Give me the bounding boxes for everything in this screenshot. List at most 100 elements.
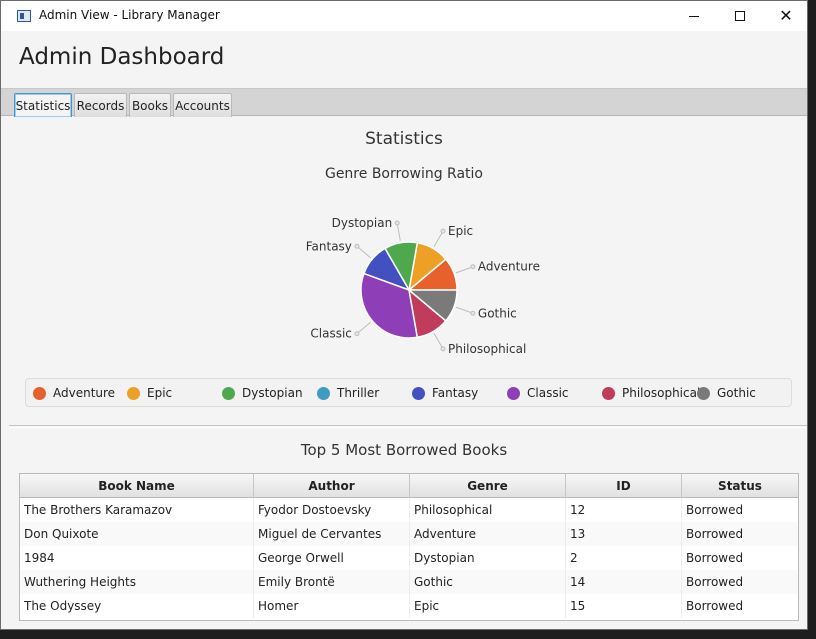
column-header-book-name[interactable]: Book Name bbox=[20, 474, 254, 498]
legend-swatch bbox=[697, 386, 710, 400]
legend-label: Dystopian bbox=[242, 386, 303, 400]
legend-swatch bbox=[127, 386, 140, 400]
slice-leader-line bbox=[356, 321, 372, 335]
cell-book-name: Wuthering Heights bbox=[20, 570, 254, 594]
column-header-author[interactable]: Author bbox=[254, 474, 410, 498]
legend-swatch bbox=[602, 386, 615, 400]
slice-leader-dot bbox=[440, 228, 446, 234]
minimize-button[interactable] bbox=[671, 1, 717, 31]
slice-leader-line bbox=[433, 333, 444, 350]
legend-swatch bbox=[33, 386, 46, 400]
column-header-status[interactable]: Status bbox=[682, 474, 798, 498]
cell-status: Borrowed bbox=[686, 575, 744, 589]
legend-label: Classic bbox=[527, 386, 569, 400]
slice-label: Fantasy bbox=[306, 239, 352, 253]
legend-label: Thriller bbox=[337, 386, 380, 400]
cell-genre: Epic bbox=[410, 594, 566, 618]
cell-author: Homer bbox=[254, 594, 410, 618]
slice-leader-line bbox=[455, 266, 474, 274]
slice-leader-dot bbox=[394, 220, 400, 226]
slice-leader-dot bbox=[470, 264, 476, 270]
split-divider[interactable] bbox=[9, 425, 807, 428]
table-header: Book Name Author Genre ID Status bbox=[20, 474, 798, 498]
header: Admin Dashboard bbox=[1, 31, 807, 87]
slice-leader-dot bbox=[354, 331, 360, 337]
cell-id: 12 bbox=[566, 498, 682, 522]
tab-bar: Statistics Records Books Accounts bbox=[1, 88, 807, 117]
cell-author: George Orwell bbox=[254, 546, 410, 570]
table-row[interactable]: Wuthering Heights Emily Brontë Gothic 14… bbox=[20, 570, 798, 594]
legend-label: Philosophical bbox=[622, 386, 701, 400]
slice-label: Philosophical bbox=[448, 342, 526, 356]
tab-records[interactable]: Records bbox=[74, 93, 127, 117]
app-window: Admin View - Library Manager ✕ Admin Das… bbox=[0, 0, 808, 630]
legend-item-fantasy: Fantasy bbox=[412, 386, 478, 400]
slice-leader-dot bbox=[354, 243, 360, 249]
tab-books[interactable]: Books bbox=[129, 93, 171, 117]
tab-accounts[interactable]: Accounts bbox=[173, 93, 232, 117]
slice-leader-dot bbox=[470, 310, 476, 316]
cell-status: Borrowed bbox=[686, 527, 744, 541]
slice-label: Adventure bbox=[478, 260, 540, 274]
app-icon bbox=[17, 10, 31, 22]
slice-leader-dot bbox=[440, 346, 446, 352]
cell-book-name: 1984 bbox=[20, 546, 254, 570]
cell-author: Miguel de Cervantes bbox=[254, 522, 410, 546]
slice-label: Dystopian bbox=[332, 216, 393, 230]
legend-item-thriller: Thriller bbox=[317, 386, 379, 400]
column-header-id[interactable]: ID bbox=[566, 474, 682, 498]
top5-title: Top 5 Most Borrowed Books bbox=[300, 441, 508, 459]
close-icon: ✕ bbox=[779, 6, 793, 25]
cell-genre: Gothic bbox=[410, 570, 566, 594]
cell-status: Borrowed bbox=[686, 551, 744, 565]
legend-swatch bbox=[507, 386, 520, 400]
cell-book-name: Don Quixote bbox=[20, 522, 254, 546]
legend-label: Gothic bbox=[717, 386, 756, 400]
page-title: Admin Dashboard bbox=[19, 44, 225, 70]
legend-item-gothic: Gothic bbox=[697, 386, 756, 400]
window-title: Admin View - Library Manager bbox=[39, 8, 220, 22]
legend-item-epic: Epic bbox=[127, 386, 172, 400]
cell-status: Borrowed bbox=[686, 599, 744, 613]
legend-label: Adventure bbox=[53, 386, 116, 400]
tab-statistics[interactable]: Statistics bbox=[14, 93, 72, 117]
cell-genre: Dystopian bbox=[410, 546, 566, 570]
cell-id: 15 bbox=[566, 594, 682, 618]
cell-id: 14 bbox=[566, 570, 682, 594]
close-button[interactable]: ✕ bbox=[763, 1, 809, 31]
legend-swatch bbox=[317, 386, 330, 400]
legend-label: Epic bbox=[147, 386, 173, 400]
legend-swatch bbox=[412, 386, 425, 400]
slice-label: Classic bbox=[310, 327, 352, 341]
cell-book-name: The Odyssey bbox=[20, 594, 254, 618]
slice-leader-line bbox=[356, 245, 372, 259]
cell-id: 2 bbox=[566, 546, 682, 570]
cell-author: Fyodor Dostoevsky bbox=[254, 498, 410, 522]
slice-leader-line bbox=[396, 222, 401, 241]
cell-author: Emily Brontë bbox=[254, 570, 410, 594]
cell-id: 13 bbox=[566, 522, 682, 546]
top5-table: Book Name Author Genre ID Status The Bro… bbox=[19, 473, 799, 621]
cell-genre: Philosophical bbox=[410, 498, 566, 522]
table-row[interactable]: The Brothers Karamazov Fyodor Dostoevsky… bbox=[20, 498, 798, 522]
cell-genre: Adventure bbox=[410, 522, 566, 546]
table-row[interactable]: The Odyssey Homer Epic 15 Borrowed bbox=[20, 594, 798, 618]
table-row[interactable]: Don Quixote Miguel de Cervantes Adventur… bbox=[20, 522, 798, 546]
legend-item-classic: Classic bbox=[507, 386, 569, 400]
legend-item-philosophical: Philosophical bbox=[602, 386, 700, 400]
table-row[interactable]: 1984 George Orwell Dystopian 2 Borrowed bbox=[20, 546, 798, 570]
legend-item-adventure: Adventure bbox=[33, 386, 115, 400]
legend-item-dystopian: Dystopian bbox=[222, 386, 303, 400]
column-header-genre[interactable]: Genre bbox=[410, 474, 566, 498]
maximize-button[interactable] bbox=[717, 1, 763, 31]
cell-status: Borrowed bbox=[686, 503, 744, 517]
cell-book-name: The Brothers Karamazov bbox=[20, 498, 254, 522]
legend-label: Fantasy bbox=[432, 386, 479, 400]
slice-leader-line bbox=[433, 230, 444, 247]
legend-swatch bbox=[222, 386, 235, 400]
slice-label: Gothic bbox=[478, 306, 517, 320]
genre-pie-chart: Adventure Epic Dystopian Fantasy Classic Phil… bbox=[306, 216, 540, 356]
maximize-icon bbox=[735, 11, 745, 21]
minimize-icon bbox=[689, 15, 699, 17]
title-bar[interactable]: Admin View - Library Manager ✕ bbox=[1, 1, 807, 31]
